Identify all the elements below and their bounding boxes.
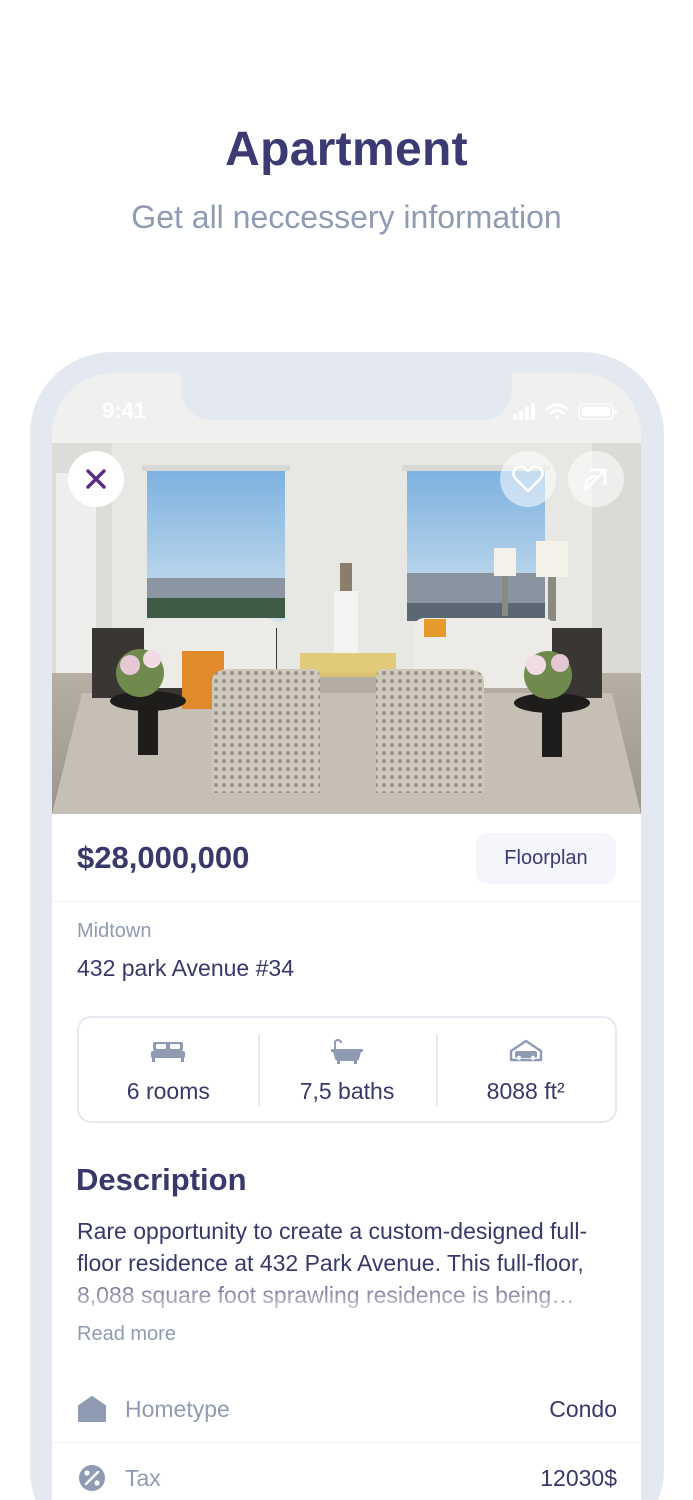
- floorplan-button[interactable]: Floorplan: [476, 833, 616, 884]
- phone-screen: 9:41 $28,000,000 Floorplan Midtown 432 p…: [52, 373, 641, 1500]
- stat-rooms: 6 rooms: [79, 1018, 258, 1121]
- percent-icon: [79, 1465, 105, 1491]
- signal-icon: [513, 403, 535, 420]
- detail-value: Condo: [549, 1395, 617, 1422]
- heart-icon: [512, 465, 544, 493]
- share-button[interactable]: [568, 451, 624, 507]
- stat-area-label: 8088 ft²: [486, 1078, 565, 1104]
- bed-icon: [151, 1042, 186, 1062]
- house-icon: [78, 1396, 106, 1422]
- detail-value: 12030$: [540, 1464, 617, 1491]
- detail-row-hometype: Hometype Condo: [77, 1389, 617, 1429]
- divider: [52, 1442, 641, 1443]
- living-room-image: [52, 373, 641, 814]
- detail-label: Hometype: [125, 1395, 230, 1422]
- phone-notch: [181, 373, 512, 420]
- stat-area: 8088 ft²: [436, 1018, 615, 1121]
- description-text: Rare opportunity to create a custom-desi…: [77, 1218, 588, 1308]
- status-icons: [509, 402, 619, 420]
- share-icon: [583, 468, 607, 492]
- read-more-link[interactable]: Read more: [77, 1323, 176, 1346]
- listing-price: $28,000,000: [77, 840, 250, 875]
- divider: [52, 901, 641, 902]
- favorite-button[interactable]: [500, 451, 556, 507]
- bathtub-icon: [331, 1038, 363, 1064]
- listing-stats: 6 rooms 7,5 baths 8088 ft²: [77, 1016, 617, 1123]
- close-button[interactable]: [68, 451, 124, 507]
- detail-row-tax: Tax 12030$: [77, 1458, 617, 1498]
- listing-area: Midtown: [77, 920, 152, 942]
- stat-baths-label: 7,5 baths: [299, 1078, 395, 1104]
- description-title: Description: [76, 1162, 247, 1197]
- promo-subtitle: Get all neccessery information: [131, 199, 562, 235]
- listing-photo[interactable]: 9:41: [52, 373, 641, 814]
- stat-rooms-label: 6 rooms: [126, 1078, 210, 1104]
- stat-baths: 7,5 baths: [257, 1018, 437, 1121]
- battery-icon: [578, 403, 617, 420]
- promo-title: Apartment: [225, 123, 468, 176]
- listing-address: 432 park Avenue #34: [77, 955, 294, 981]
- wifi-icon: [545, 403, 569, 419]
- detail-label: Tax: [125, 1464, 161, 1491]
- car-icon: [509, 1039, 542, 1062]
- close-icon: [86, 469, 106, 489]
- status-time: 9:41: [102, 398, 147, 423]
